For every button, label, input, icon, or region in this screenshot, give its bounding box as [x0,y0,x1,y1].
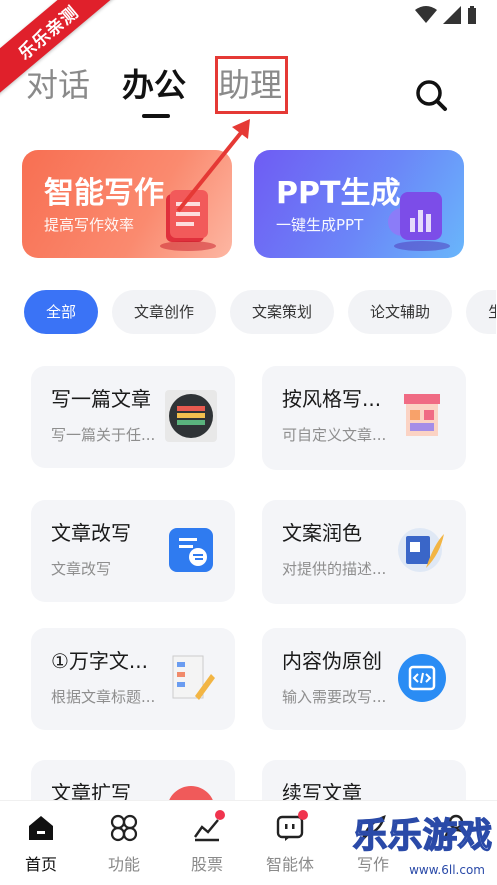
nav-label: 首页 [24,855,57,874]
news-stand-icon [404,394,440,436]
nav-label: 股票 [190,855,223,874]
battery-icon [468,6,476,24]
card-title: ①万字文... [51,649,149,673]
banner-title: 智能写作 [44,176,164,211]
card-copy-polish[interactable]: 文案润色 对提供的描述... [262,500,466,604]
corner-watermark: 乐乐游戏 www.6ll.com [352,808,493,877]
card-title: 文案润色 [282,521,362,545]
code-icon [398,654,446,702]
watermark-url: www.6ll.com [409,863,485,877]
card-title: 内容伪原创 [282,649,382,673]
nav-label: 智能体 [265,855,314,874]
category-chips: 全部 文章创作 文案策划 论文辅助 生 [24,290,497,334]
card-desc: 根据文章标题... [51,688,156,706]
home-icon [29,816,53,840]
watermark-text: 乐乐游戏 [352,815,493,857]
chip-copy-planning[interactable]: 文案策划 [230,290,335,334]
nav-features[interactable]: 功能 [89,813,159,875]
banner-title: PPT生成 [276,176,401,211]
red-book-icon [160,190,216,251]
ppt-generate-banner[interactable]: PPT生成 一键生成PPT [254,150,464,258]
chip-all[interactable]: 全部 [24,290,99,334]
banner-subtitle: 一键生成PPT [276,216,364,234]
card-title: 文章改写 [51,521,131,545]
card-desc: 对提供的描述... [282,560,387,578]
grid-icon [110,814,138,842]
nav-stocks[interactable]: 股票 [172,810,242,875]
card-desc: 可自定义文章... [282,426,387,444]
card-title: 写一篇文章 [51,387,151,411]
card-desc: 输入需要改写... [282,688,387,706]
card-desc: 文章改写 [51,560,112,578]
annotation-highlight-box [215,56,288,114]
smart-writing-banner[interactable]: 智能写作 提高写作效率 [22,150,232,258]
notification-dot [298,810,308,820]
notification-dot [215,810,225,820]
card-article-rewrite[interactable]: 文章改写 文章改写 [31,500,235,602]
tab-office[interactable]: 办公 [122,60,186,118]
card-style-write[interactable]: 按风格写... 可自定义文章... [262,366,466,470]
chip-more[interactable]: 生 [466,290,497,334]
outline-pencil-icon [172,655,215,700]
banner-subtitle: 提高写作效率 [44,216,135,234]
chip-paper-assist[interactable]: 论文辅助 [348,290,453,334]
card-pseudo-original[interactable]: 内容伪原创 输入需要改写... [262,628,466,730]
books-icon [165,390,217,442]
chip-article-writing[interactable]: 文章创作 [112,290,217,334]
wifi-icon [415,6,437,23]
purple-chart-icon [388,192,450,251]
nav-label: 功能 [107,855,140,874]
card-desc: 写一篇关于任... [51,426,156,444]
card-write-article[interactable]: 写一篇文章 写一篇关于任... [31,366,235,468]
nav-home[interactable]: 首页 [6,813,76,875]
tab-chat[interactable]: 对话 [26,60,90,110]
document-swap-icon [169,528,213,572]
card-long-article[interactable]: ①万字文... 根据文章标题... [31,628,235,730]
search-icon[interactable] [414,77,450,113]
signal-icon [443,6,461,24]
nav-agents[interactable]: 智能体 [255,810,325,875]
card-title: 按风格写... [282,387,382,411]
doc-feather-icon [398,528,444,572]
